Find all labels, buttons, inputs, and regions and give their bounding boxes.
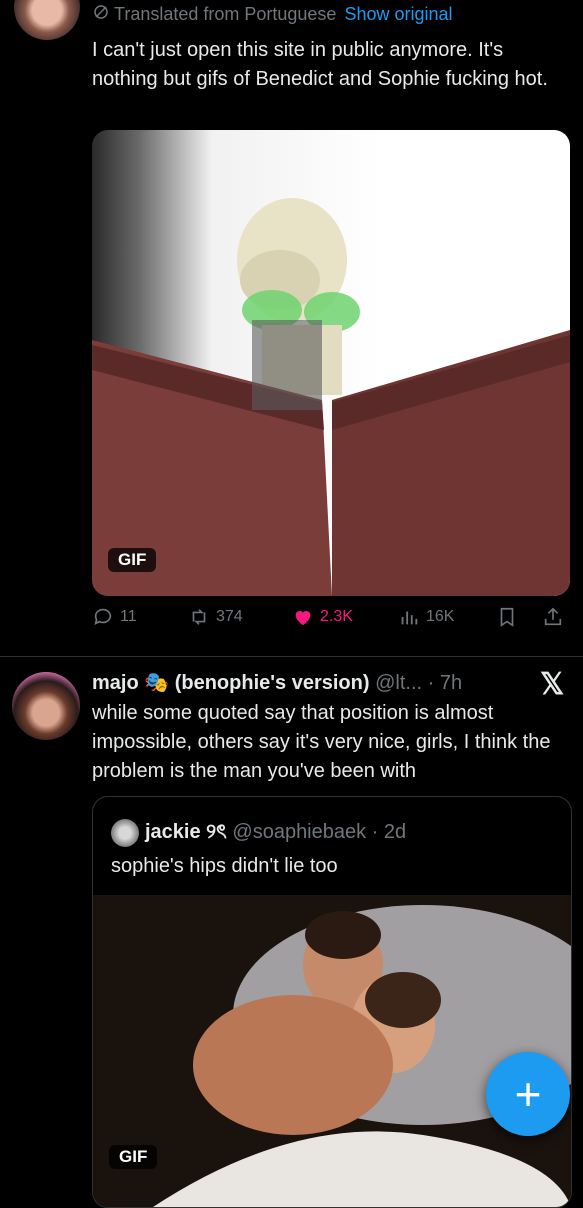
display-name-suffix[interactable]: (benophie's version) [175,672,370,694]
x-logo-icon: 𝕏 [540,668,565,701]
show-original-link[interactable]: Show original [344,4,452,24]
views-count: 16K [426,608,455,625]
share-icon [544,607,562,626]
gif-badge: GIF [108,548,157,572]
like-count: 2.3K [320,608,353,625]
tweet-text: while some quoted say that position is a… [92,702,551,782]
tweet-gif[interactable]: GIF [92,130,570,596]
reply-button[interactable]: 11 [92,606,137,628]
reply-icon [94,608,112,625]
translation-notice: Translated from Portuguese Show original [92,4,453,25]
tweet-header: majo 🎭 (benophie's version) @lt... · 7h [92,670,462,695]
compose-button[interactable]: + [486,1052,570,1136]
translate-icon [92,4,110,25]
quote-avatar [111,818,139,847]
quote-handle-time: @soaphiebaek · 2d [232,821,407,843]
theater-masks-icon: 🎭 [144,672,170,694]
quote-header: jackie ୨ৎ @soaphiebaek · 2d [111,817,406,850]
bookmark-icon [500,607,514,627]
translated-label: Translated from Portuguese [114,4,337,24]
reply-count: 11 [120,608,137,625]
share-button[interactable] [542,606,564,628]
display-name[interactable]: majo [92,672,139,694]
couple-image [93,895,571,1207]
skeleton-reading-image [92,198,570,596]
quote-text: sophie's hips didn't lie too [111,855,338,877]
views-icon [401,611,418,625]
like-button[interactable]: 2.3K [292,606,353,628]
views-button[interactable]: 16K [398,606,454,628]
gif-badge: GIF [109,1145,158,1169]
quote-display-name: jackie [145,821,201,843]
bookmark-button[interactable] [496,606,518,628]
quote-gif[interactable]: GIF [93,895,571,1207]
retweet-button[interactable]: 374 [188,606,243,628]
tweet-text: I can't just open this site in public an… [92,39,548,90]
tweet-actions: 11 374 2.3K 16K [92,606,570,636]
retweet-count: 374 [216,608,243,625]
avatar[interactable] [14,0,80,40]
handle-time[interactable]: @lt... · 7h [375,672,462,694]
quote-tweet[interactable]: jackie ୨ৎ @soaphiebaek · 2d sophie's hip… [92,796,572,1208]
retweet-icon [192,609,206,625]
avatar[interactable] [12,672,80,740]
heart-icon [295,611,311,626]
quote-name-glyph: ୨ৎ [206,821,227,843]
divider [0,656,583,657]
